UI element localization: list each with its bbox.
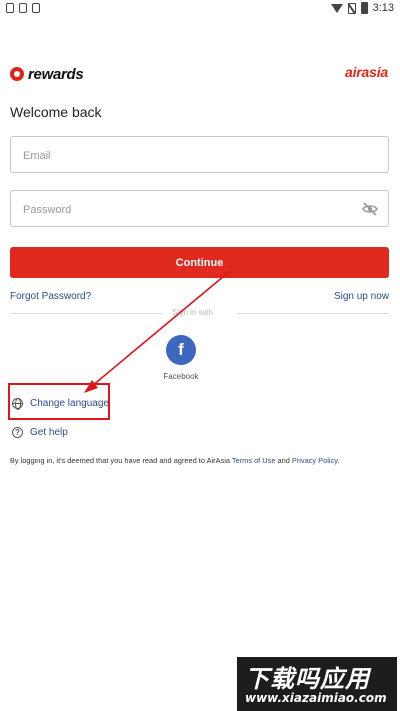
continue-button[interactable]: Continue	[10, 247, 389, 278]
battery-icon	[360, 2, 368, 14]
watermark-title: 下载吗应用	[245, 665, 370, 693]
divider-left	[10, 313, 162, 314]
rewards-logo-text: rewards	[28, 65, 84, 83]
status-bar: 3:13	[0, 0, 400, 18]
privacy-policy-link[interactable]: Privacy Policy	[292, 456, 337, 465]
clipboard-icon	[19, 3, 27, 13]
status-time: 3:13	[372, 2, 394, 14]
facebook-icon: f	[178, 340, 184, 359]
shield-icon	[6, 3, 14, 13]
facebook-label: Facebook	[163, 372, 199, 381]
help-icon: ?	[12, 427, 23, 438]
terms-and: and	[275, 456, 292, 465]
watermark: 下载吗应用 www.xiazaimiao.com	[237, 657, 397, 711]
get-help-link[interactable]: ? Get help	[12, 427, 68, 438]
email-input[interactable]	[21, 137, 355, 174]
wifi-icon	[330, 3, 343, 13]
a-icon	[32, 3, 40, 13]
email-field[interactable]	[10, 136, 389, 174]
airasia-logo: airasia	[345, 64, 388, 80]
sign-in-with-label: Sign in with	[172, 308, 213, 317]
rewards-logo-icon	[10, 67, 24, 81]
get-help-label: Get help	[30, 427, 68, 438]
eye-off-icon[interactable]	[362, 202, 378, 216]
sign-up-link[interactable]: Sign up now	[334, 291, 389, 302]
terms-suffix: .	[337, 456, 340, 465]
terms-prefix: By logging in, it's deemed that you have…	[10, 456, 232, 465]
password-input[interactable]	[21, 191, 355, 228]
no-sim-icon	[347, 2, 356, 14]
rewards-logo: rewards	[10, 64, 84, 84]
forgot-password-link[interactable]: Forgot Password?	[10, 291, 91, 302]
divider-right	[237, 313, 389, 314]
watermark-url: www.xiazaimiao.com	[245, 691, 387, 705]
annotation-highlight-box	[8, 383, 110, 420]
facebook-button[interactable]: f	[166, 335, 196, 365]
page-title: Welcome back	[10, 104, 102, 120]
terms-of-use-link[interactable]: Terms of Use	[232, 456, 276, 465]
password-field[interactable]	[10, 190, 389, 228]
terms-text: By logging in, it's deemed that you have…	[10, 455, 395, 466]
